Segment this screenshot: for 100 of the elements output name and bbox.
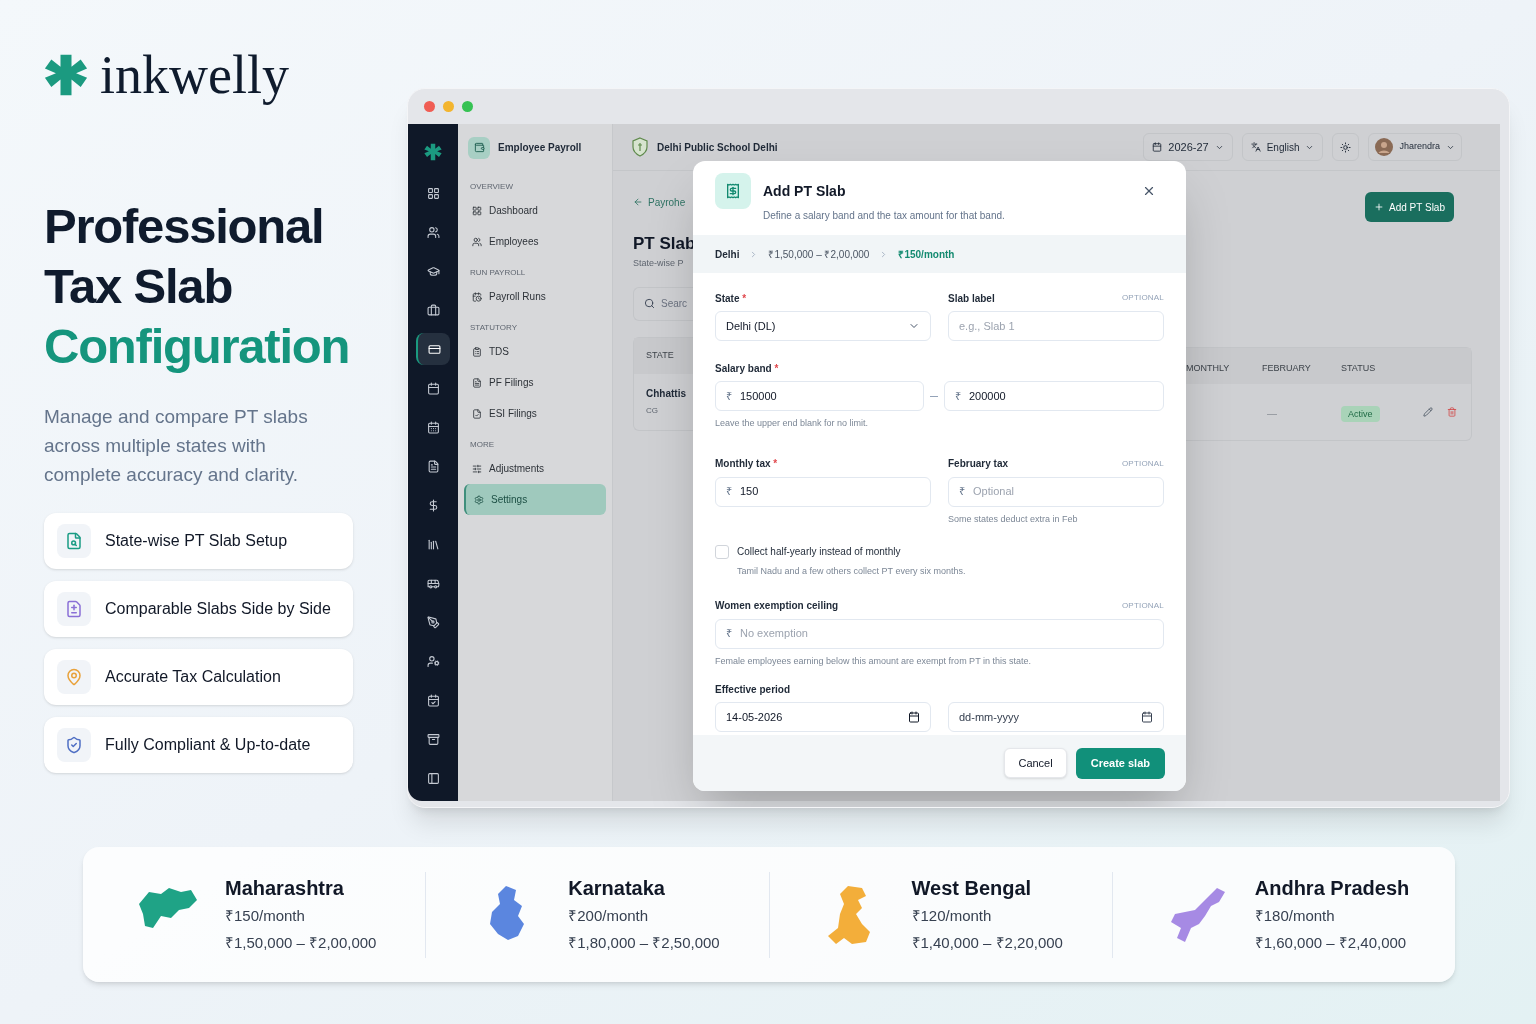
headline: Tax Slab: [44, 258, 234, 315]
column-header: STATUS: [1341, 363, 1376, 373]
document-icon: [426, 459, 440, 473]
shield-icon: [631, 137, 649, 157]
panel-icon: [426, 771, 440, 785]
nav-item[interactable]: TDS: [464, 336, 606, 367]
library-icon: [426, 537, 440, 551]
grid-icon: [426, 186, 440, 200]
section-heading: STATUTORY: [469, 322, 518, 334]
translate-icon: [1250, 142, 1261, 152]
sliders-icon: [472, 463, 482, 474]
dialog-subtitle: Define a salary band and the tax amount for that band.: [763, 209, 1006, 223]
document-icon: [472, 377, 482, 388]
back-link[interactable]: Payrohe: [633, 195, 693, 209]
checkbox-hint: Tamil Nadu and a few others collect PT every six months.: [737, 565, 966, 578]
february-tax-field[interactable]: ₹ Optional: [948, 476, 1164, 507]
end-date-field[interactable]: dd-mm-yyyy: [948, 702, 1164, 732]
headline-accent: Configuration: [44, 318, 351, 375]
table-cell: —: [1267, 408, 1277, 419]
state-range: ₹1,80,000 – ₹2,50,000: [568, 932, 720, 953]
nav-item[interactable]: Settings: [464, 484, 606, 515]
plus-icon: [1374, 202, 1385, 212]
section-heading: MORE: [469, 439, 495, 451]
archive-icon: [426, 732, 440, 746]
sun-icon: [1340, 141, 1352, 153]
rail-button[interactable]: [416, 333, 450, 365]
field-label: State *: [715, 291, 747, 306]
column-header: FEBRUARY: [1262, 363, 1311, 373]
nav-item[interactable]: Adjustments: [464, 453, 606, 484]
users-icon: [472, 236, 482, 247]
state-name: Andhra Pradesh: [1254, 876, 1410, 901]
state-name: West Bengal: [911, 876, 1033, 901]
half-yearly-checkbox[interactable]: [715, 545, 729, 559]
column-header: MONTHLY: [1186, 363, 1230, 373]
state-name: Maharashtra: [225, 876, 345, 901]
section-heading: OVERVIEW: [469, 181, 514, 193]
arrow-left-icon: [633, 197, 643, 207]
grid-icon: [472, 205, 482, 216]
calendar-icon: [426, 420, 440, 434]
dialog-title: Add PT Slab: [763, 182, 847, 201]
feature-label: Accurate Tax Calculation: [105, 667, 281, 687]
calendar-icon: [1141, 711, 1153, 723]
salary-to-field[interactable]: ₹ 200000: [944, 381, 1164, 411]
checkbox-label: Collect half-yearly instead of monthly: [737, 545, 902, 559]
optional-tag: OPTIONAL: [1121, 292, 1164, 304]
feature-label: State-wise PT Slab Setup: [105, 531, 288, 551]
logo-icon: [424, 143, 442, 161]
field-hint: Leave the upper end blank for no limit.: [715, 417, 870, 430]
wallet-icon: [468, 136, 490, 159]
delete-icon[interactable]: [1447, 407, 1457, 417]
state-select[interactable]: Delhi (DL): [715, 311, 931, 341]
cancel-button[interactable]: Cancel: [1004, 748, 1067, 778]
nav-item[interactable]: Employees: [464, 226, 606, 257]
exemption-field[interactable]: ₹ No exemption: [715, 618, 1164, 649]
state-range: ₹1,50,000 – ₹2,00,000: [225, 932, 377, 953]
state-rate: ₹120/month: [911, 906, 993, 926]
field-label: Monthly tax *: [715, 457, 778, 471]
field-hint: Some states deduct extra in Feb: [948, 512, 1079, 526]
settings-icon: [474, 494, 484, 505]
calendar-clock-icon: [472, 291, 482, 302]
summary-item: ₹150/month: [898, 247, 955, 262]
page-subtitle: State-wise P: [633, 257, 685, 270]
status-badge: Active: [1341, 406, 1380, 422]
monthly-tax-field[interactable]: ₹ 150: [715, 476, 931, 507]
optional-tag: OPTIONAL: [1121, 599, 1164, 612]
summary-item: ₹1,50,000 – ₹2,00,000: [768, 247, 870, 262]
search-icon: [644, 298, 655, 309]
section-heading: RUN PAYROLL: [469, 267, 527, 279]
field-hint: Female employees earning below this amount are exempt from PT in this state.: [715, 654, 1032, 668]
users-icon: [426, 225, 440, 239]
nav-item[interactable]: PF Filings: [464, 367, 606, 398]
user-menu[interactable]: Jharendra: [1368, 133, 1462, 161]
description: Manage and compare PT slabs across multiple states with complete accuracy and clarity.: [44, 405, 309, 487]
nav-item[interactable]: Dashboard: [464, 195, 606, 226]
feature-label: Comparable Slabs Side by Side: [105, 599, 331, 619]
state-range: ₹1,40,000 – ₹2,20,000: [911, 932, 1063, 953]
table-cell-text: Chhattis: [646, 386, 687, 401]
clipboard-icon: [472, 346, 482, 357]
salary-from-field[interactable]: ₹ 150000: [715, 381, 924, 411]
sidebar-title: Employee Payroll: [498, 141, 582, 155]
field-label: Salary band *: [715, 361, 779, 376]
add-slab-button[interactable]: Add PT Slab: [1365, 192, 1454, 222]
theme-button[interactable]: [1332, 133, 1360, 161]
nav-item[interactable]: ESI Filings: [464, 398, 606, 429]
state-rate: ₹200/month: [568, 906, 650, 926]
school-name: Delhi Public School Delhi: [657, 140, 778, 155]
optional-tag: OPTIONAL: [1121, 457, 1164, 470]
state-name: Karnataka: [568, 876, 666, 901]
start-date-field[interactable]: 14-05-2026: [715, 702, 931, 732]
document-check-icon: [472, 408, 482, 419]
calendar-icon: [908, 711, 920, 723]
close-icon[interactable]: [1142, 184, 1156, 198]
state-range: ₹1,60,000 – ₹2,40,000: [1254, 932, 1408, 953]
create-button[interactable]: Create slab: [1075, 747, 1165, 779]
language-selector[interactable]: English: [1241, 133, 1324, 161]
calendar-icon: [426, 381, 440, 395]
receipt-icon: [715, 173, 751, 209]
nav-item[interactable]: Payroll Runs: [464, 281, 606, 312]
feature-label: Fully Compliant & Up-to-date: [105, 735, 311, 755]
field-label: Effective period: [715, 682, 791, 697]
